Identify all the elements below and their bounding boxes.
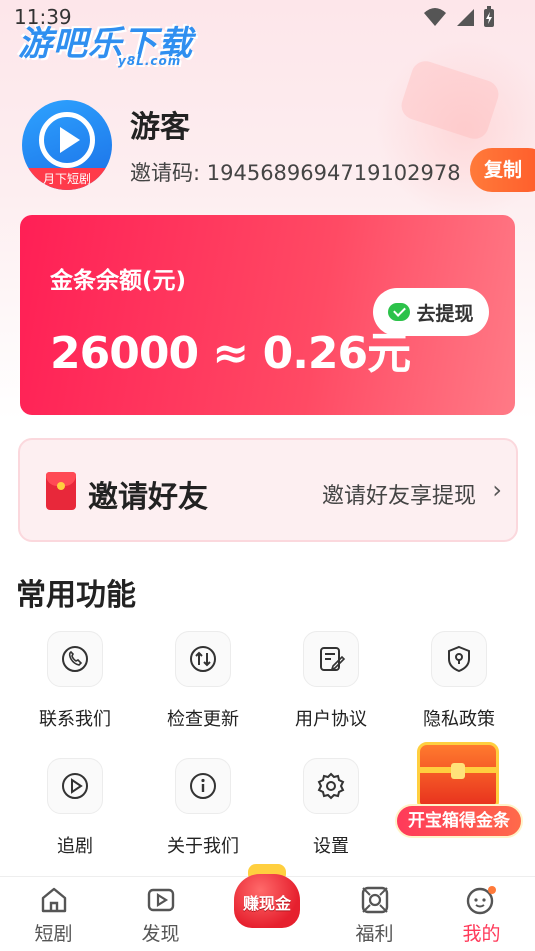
nav-label: 发现 [141,923,180,945]
chevron-right-icon: › [492,476,502,504]
avatar-ribbon: 月下短剧 [22,168,112,190]
wechat-icon [388,303,411,321]
play-circle-icon [47,758,103,814]
func-label: 设置 [313,836,349,857]
privacy-icon [431,631,487,687]
treasure-chest-icon [417,742,499,808]
func-check-update[interactable]: 检查更新 [148,631,258,731]
nav-item-discover[interactable]: 发现 [107,877,214,951]
wifi-icon [424,8,446,26]
copy-button[interactable]: 复制 [470,148,535,192]
invite-title: 邀请好友 [88,480,208,515]
withdraw-label: 去提现 [416,302,474,325]
section-title: 常用功能 [16,578,136,613]
func-follow-drama[interactable]: 追剧 [20,758,130,858]
user-name: 游客 [130,110,190,145]
watermark-subtext: y8L.com [118,54,182,68]
nav-label: 赚现金 [242,894,291,913]
func-contact-us[interactable]: 联系我们 [20,631,130,731]
info-icon [175,758,231,814]
status-icons [423,6,495,28]
nav-item-welfare[interactable]: 福利 [321,877,428,951]
battery-icon [484,6,494,27]
func-about-us[interactable]: 关于我们 [148,758,258,858]
update-icon [175,631,231,687]
balance-card: 金条余额(元) 26000 ≈ 0.26元 去提现 [20,215,515,415]
func-label: 联系我们 [39,709,111,730]
withdraw-button[interactable]: 去提现 [373,288,489,336]
func-label: 关于我们 [167,836,239,857]
red-envelope-icon [46,472,76,510]
treasure-chest-button[interactable]: 开宝箱得金条 [395,740,523,840]
func-label: 用户协议 [295,709,367,730]
func-label: 追剧 [57,836,93,857]
func-label: 检查更新 [167,709,239,730]
profile-icon [465,883,499,917]
invite-friends-card[interactable]: 邀请好友 邀请好友享提现 › [18,438,518,542]
welfare-icon [358,883,392,917]
func-settings[interactable]: 设置 [276,758,386,858]
func-label: 隐私政策 [423,709,495,730]
nav-item-drama[interactable]: 短剧 [0,877,107,951]
signal-icon [457,9,474,26]
balance-label: 金条余额(元) [50,268,187,294]
nav-label: 我的 [462,923,501,945]
watermark-logo: 游吧乐下载 y8L.com [18,16,193,68]
nav-item-earn-cash[interactable]: 赚现金 [230,860,304,932]
phone-icon [47,631,103,687]
nav-label: 福利 [355,923,394,945]
home-icon [37,883,71,917]
play-icon [60,127,80,153]
func-privacy-policy[interactable]: 隐私政策 [404,631,514,731]
nav-item-mine[interactable]: 我的 [428,877,535,951]
treasure-label: 开宝箱得金条 [395,804,523,838]
invite-code: 邀请码: 1945689694719102978 [130,161,461,185]
nav-label: 短剧 [34,923,73,945]
gear-icon [303,758,359,814]
agreement-icon [303,631,359,687]
invite-subtitle: 邀请好友享提现 [321,484,476,509]
discover-icon [144,883,178,917]
avatar[interactable]: 月下短剧 [22,100,112,190]
func-user-agreement[interactable]: 用户协议 [276,631,386,731]
balance-value: 26000 ≈ 0.26元 [50,328,411,379]
